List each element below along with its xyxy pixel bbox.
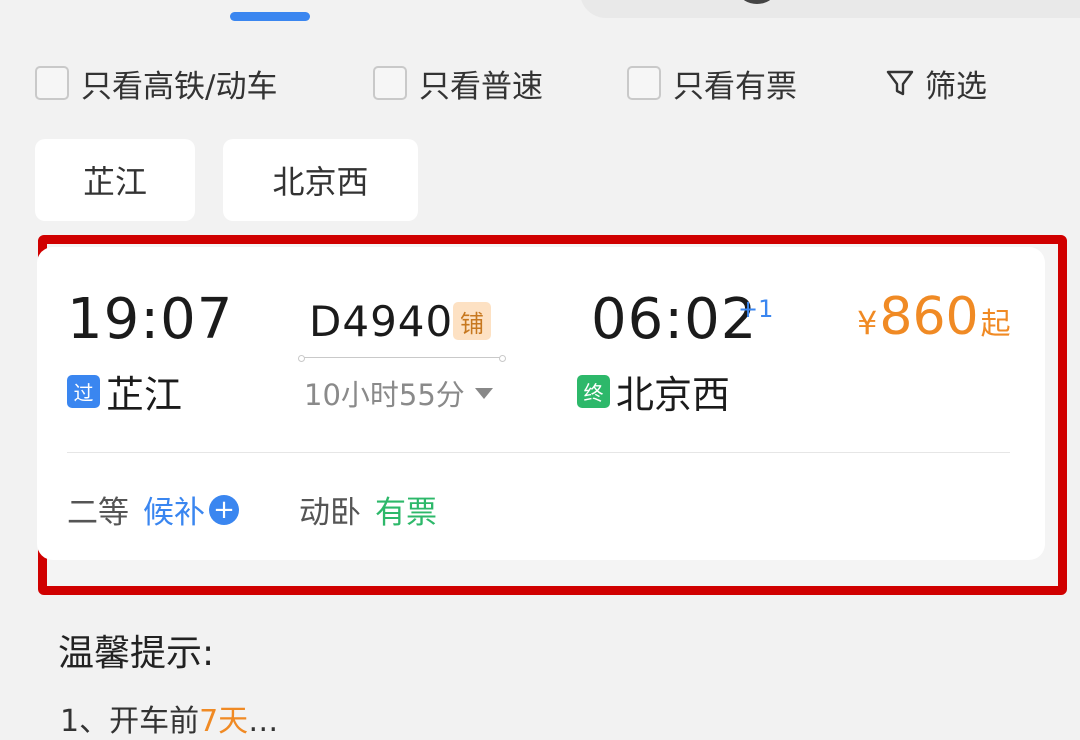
departure-station-name: 芷江 [106,373,183,417]
terminal-badge: 终 [577,375,610,408]
regular-checkbox[interactable] [373,66,407,100]
route-line [298,355,506,362]
seat-class-sleeper: 动卧 [299,495,361,531]
day-offset: +1 [738,295,774,323]
top-right-panel [580,0,1080,18]
duration-toggle[interactable]: 10小时55分 [304,372,493,414]
filter-label: 筛选 [925,68,987,105]
price: ¥ 860 起 [857,287,1011,347]
price-amount: 860 [879,287,979,347]
arrival-station: 终 北京西 [577,364,730,419]
filter-button[interactable]: 筛选 [885,60,987,106]
funnel-icon [886,70,914,96]
tips-text-end: … [248,704,279,739]
train-card[interactable]: 19:07 过 芷江 D4940 铺 10小时55分 06:02 +1 终 北京… [37,247,1045,560]
arrival-time: 06:02 [591,287,758,352]
plus-circle-icon: + [209,494,239,525]
tips-title: 温馨提示: [58,633,215,674]
available-checkbox[interactable] [627,66,661,100]
station-chip-from[interactable]: 芷江 [35,139,195,221]
tips-text-highlight: 7天 [199,704,249,739]
departure-station: 过 芷江 [67,364,182,419]
high-speed-label: 只看高铁/动车 [81,68,278,105]
availability-status: 有票 [375,495,437,531]
filter-available[interactable]: 只看有票 [627,60,797,106]
price-symbol: ¥ [857,304,878,342]
available-label: 只看有票 [673,68,797,105]
sleeper-badge: 铺 [453,302,491,340]
filter-regular[interactable]: 只看普速 [373,60,543,106]
tips-text-start: 1、开车前 [60,704,200,739]
waitlist-button[interactable]: 候补 + [143,487,239,532]
arrival-station-name: 北京西 [616,373,731,417]
pass-through-badge: 过 [67,375,100,408]
active-tab-indicator [230,12,310,21]
station-chip-to[interactable]: 北京西 [223,139,418,221]
filter-row: 只看高铁/动车 只看普速 只看有票 筛选 [35,60,1015,106]
train-number: D4940 [309,297,454,346]
price-suffix: 起 [980,307,1011,342]
duration-text: 10小时55分 [304,378,465,412]
high-speed-checkbox[interactable] [35,66,69,100]
seat-row: 二等 候补 + 动卧 有票 [67,487,437,532]
filter-high-speed[interactable]: 只看高铁/动车 [35,60,277,106]
caret-down-icon [474,387,493,399]
seat-class-second: 二等 [67,495,129,531]
departure-time: 19:07 [67,287,234,352]
card-divider [67,452,1010,453]
tips-text: 1、开车前7天… [60,696,278,740]
waitlist-label: 候补 [143,495,205,531]
regular-label: 只看普速 [419,68,543,105]
